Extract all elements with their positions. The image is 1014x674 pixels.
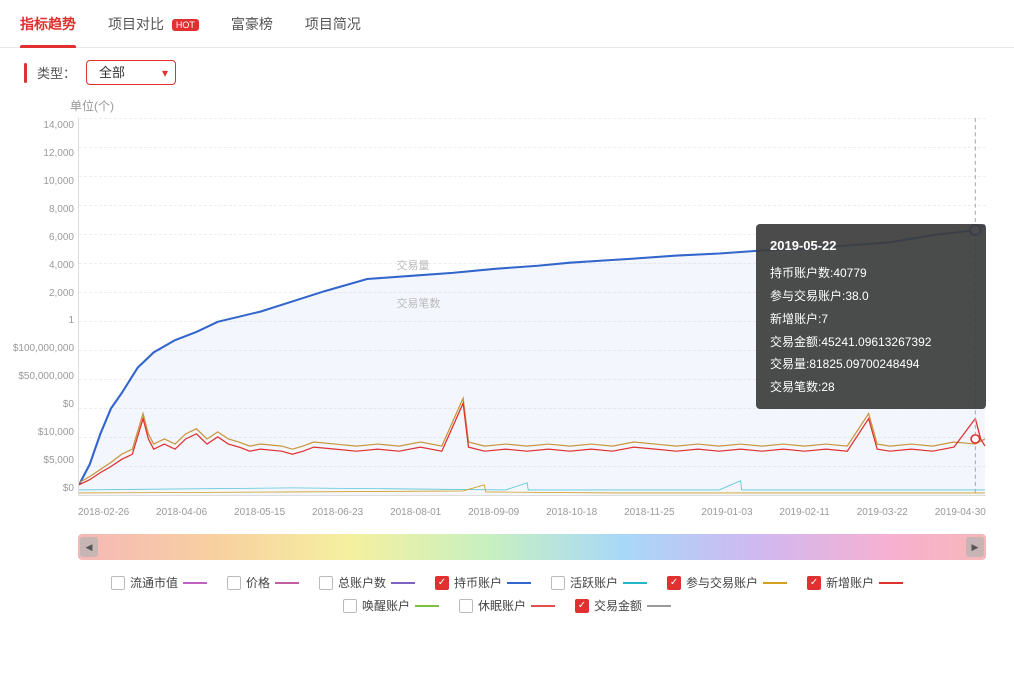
legend-row-1: 流通市值 价格 总账户数 持币账户 活跃账户 参与交易账户 <box>20 574 994 591</box>
legend-checkbox-holding-accounts[interactable] <box>435 576 449 590</box>
legend-line-active-accounts <box>623 582 647 584</box>
legend-checkbox-price[interactable] <box>227 576 241 590</box>
legend-line-market-cap <box>183 582 207 584</box>
legend-trade-amount: 交易金额 <box>575 597 671 614</box>
type-select-wrapper[interactable]: 全部 ERC20 BTC ETH <box>86 60 176 85</box>
top-navigation: 指标趋势 项目对比 HOT 富豪榜 项目简况 <box>0 0 1014 48</box>
chart-inner: 交易量 交易笔数 2019-05-22 持币账户数:40779 参与交易账户:3… <box>78 118 986 496</box>
chart-section: 单位(个) 14,000 12,000 10,000 8,000 6,000 4… <box>0 97 1014 528</box>
chart-tooltip: 2019-05-22 持币账户数:40779 参与交易账户:38.0 新增账户:… <box>756 224 986 409</box>
legend-new-accounts: 新增账户 <box>807 574 903 591</box>
nav-rich-list[interactable]: 富豪榜 <box>231 0 273 48</box>
legend-line-total-accounts <box>391 582 415 584</box>
type-select[interactable]: 全部 ERC20 BTC ETH <box>86 60 176 85</box>
legend-row-2: 唤醒账户 休眠账户 交易金额 <box>20 597 994 614</box>
legend-checkbox-wake-accounts[interactable] <box>343 599 357 613</box>
tooltip-row-5: 交易量:81825.09700248494 <box>770 353 972 376</box>
legend-checkbox-trading-accounts[interactable] <box>667 576 681 590</box>
legend-holding-accounts: 持币账户 <box>435 574 531 591</box>
legend-checkbox-total-accounts[interactable] <box>319 576 333 590</box>
legend-wake-accounts: 唤醒账户 <box>343 597 439 614</box>
legend-total-accounts: 总账户数 <box>319 574 415 591</box>
tooltip-row-4: 交易金额:45241.09613267392 <box>770 331 972 354</box>
legend-line-dormant-accounts <box>531 605 555 607</box>
legend-line-trading-accounts <box>763 582 787 584</box>
chart-area: 14,000 12,000 10,000 8,000 6,000 4,000 2… <box>20 118 994 518</box>
tooltip-dot-red <box>971 435 980 443</box>
filter-type-label: 类型： <box>37 63 76 82</box>
tooltip-row-2: 参与交易账户:38.0 <box>770 285 972 308</box>
legend-checkbox-trade-amount[interactable] <box>575 599 589 613</box>
legend-line-wake-accounts <box>415 605 439 607</box>
scrollbar-track: ◀ ▶ <box>78 534 986 560</box>
legend-checkbox-market-cap[interactable] <box>111 576 125 590</box>
legend-trading-accounts: 参与交易账户 <box>667 574 787 591</box>
scrollbar-container: ◀ ▶ <box>20 534 994 560</box>
scrollbar-left-handle[interactable]: ◀ <box>80 537 98 557</box>
nav-project-summary[interactable]: 项目简况 <box>305 0 361 48</box>
legend-line-trade-amount <box>647 605 671 607</box>
trade-count-annotation: 交易笔数 <box>396 295 440 311</box>
legend-checkbox-active-accounts[interactable] <box>551 576 565 590</box>
scrollbar-right-handle[interactable]: ▶ <box>966 537 984 557</box>
legend-line-new-accounts <box>879 582 903 584</box>
legend-price: 价格 <box>227 574 299 591</box>
chart-unit-label: 单位(个) <box>70 97 994 114</box>
tooltip-row-3: 新增账户:7 <box>770 308 972 331</box>
nav-indicator-trend[interactable]: 指标趋势 <box>20 0 76 48</box>
legend-active-accounts: 活跃账户 <box>551 574 647 591</box>
hot-badge: HOT <box>172 19 199 31</box>
tooltip-row-1: 持币账户数:40779 <box>770 262 972 285</box>
trade-volume-annotation: 交易量 <box>396 257 429 273</box>
legend-line-price <box>275 582 299 584</box>
x-axis: 2018-02-26 2018-04-06 2018-05-15 2018-06… <box>78 507 986 518</box>
tooltip-row-6: 交易笔数:28 <box>770 376 972 399</box>
legend-checkbox-new-accounts[interactable] <box>807 576 821 590</box>
y-axis: 14,000 12,000 10,000 8,000 6,000 4,000 2… <box>20 118 78 496</box>
legend-checkbox-dormant-accounts[interactable] <box>459 599 473 613</box>
legend-line-holding-accounts <box>507 582 531 584</box>
nav-project-compare[interactable]: 项目对比 HOT <box>108 0 199 48</box>
legend-dormant-accounts: 休眠账户 <box>459 597 555 614</box>
filter-accent <box>24 63 27 83</box>
tooltip-date: 2019-05-22 <box>770 234 972 259</box>
legend-market-cap: 流通市值 <box>111 574 207 591</box>
legend-area: 流通市值 价格 总账户数 持币账户 活跃账户 参与交易账户 <box>0 566 1014 628</box>
